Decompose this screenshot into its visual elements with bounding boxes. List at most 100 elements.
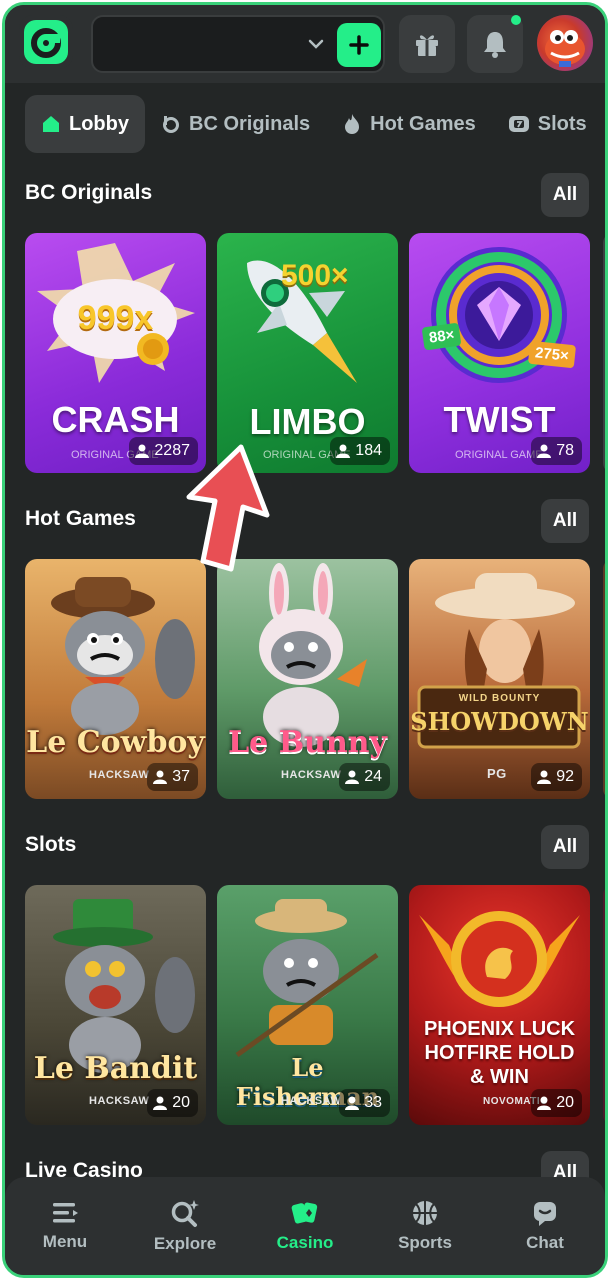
tab-bc-originals[interactable]: BC Originals — [145, 95, 326, 153]
section-title-hot: Hot Games — [25, 507, 136, 530]
nav-chat[interactable]: Chat — [485, 1177, 605, 1275]
limbo-multiplier: 500× — [281, 259, 349, 292]
home-icon — [43, 116, 59, 132]
bell-icon — [484, 32, 506, 58]
players-badge: 37 — [147, 763, 198, 791]
tab-label: Slots — [537, 112, 587, 135]
players-count: 20 — [556, 1094, 574, 1111]
game-card-le-fisherman[interactable]: Le Fisherman HACKSAW 33 — [217, 885, 398, 1125]
players-badge: 92 — [531, 763, 582, 791]
players-badge: 20 — [147, 1089, 198, 1117]
nav-label: Explore — [153, 1234, 217, 1253]
tab-label: Hot Games — [370, 112, 476, 135]
game-title: Le Bandit — [33, 1051, 198, 1086]
chat-icon — [534, 1202, 556, 1226]
deposit-button[interactable] — [337, 23, 381, 67]
game-title: CRASH — [51, 399, 180, 440]
section-title-slots: Slots — [25, 833, 77, 856]
game-card-limbo[interactable]: 500× LIMBO ORIGINAL GAME 184 — [217, 233, 398, 473]
nav-label: Menu — [42, 1232, 88, 1251]
twist-badge-right: 275× — [527, 340, 576, 369]
players-count: 20 — [172, 1094, 190, 1111]
players-count: 37 — [172, 768, 190, 785]
user-icon — [153, 770, 168, 784]
players-badge: 24 — [339, 763, 390, 791]
provider-label: HACKSAW — [281, 1095, 342, 1107]
user-icon — [135, 444, 150, 458]
players-count: 92 — [556, 768, 574, 785]
app-frame: Lobby BC Originals Hot Games Slots BC Or… — [2, 2, 608, 1278]
nav-menu[interactable]: Menu — [5, 1177, 125, 1275]
tab-slots[interactable]: Slots — [492, 95, 603, 153]
game-title: TWIST — [443, 399, 556, 440]
game-card-le-bandit[interactable]: Le Bandit HACKSAW 20 — [25, 885, 206, 1125]
bc-icon — [163, 116, 179, 133]
card-peek — [603, 559, 605, 799]
players-count: 184 — [355, 442, 382, 459]
game-title: Le Cowboy — [26, 725, 205, 760]
notification-dot — [511, 15, 521, 25]
game-title: PHOENIX LUCK HOTFIRE HOLD & WIN — [423, 1018, 576, 1088]
game-title: Le Bunny — [228, 725, 387, 760]
avatar[interactable] — [537, 15, 593, 71]
provider-label: PG — [487, 766, 507, 781]
game-card-twist[interactable]: 88× 275× TWIST ORIGINAL GAME 78 — [409, 233, 590, 473]
top-header — [5, 5, 605, 83]
nav-sports[interactable]: Sports — [365, 1177, 485, 1275]
players-count: 33 — [364, 1094, 382, 1111]
nav-label: Casino — [276, 1233, 334, 1252]
user-icon — [537, 1096, 552, 1110]
tab-hot-games[interactable]: Hot Games — [326, 95, 492, 153]
balance-selector[interactable] — [91, 15, 385, 73]
players-count: 78 — [556, 442, 574, 459]
slot-icon — [508, 116, 529, 132]
game-card-showdown[interactable]: WILD BOUNTY SHOWDOWN PG 92 — [409, 559, 590, 799]
crash-multiplier: 999x — [77, 299, 154, 337]
user-icon — [345, 770, 360, 784]
nav-casino[interactable]: Casino — [245, 1177, 365, 1275]
twist-wheel-artwork — [431, 247, 567, 383]
logo-icon[interactable] — [19, 15, 73, 69]
explore-icon — [171, 1200, 199, 1227]
game-subtitle: ORIGINAL GAME — [455, 449, 543, 461]
tab-label: Lobby — [69, 112, 129, 135]
game-card-phoenix-luck[interactable]: PHOENIX LUCK HOTFIRE HOLD & WIN NOVOMATI… — [409, 885, 590, 1125]
players-badge: 78 — [531, 437, 582, 465]
players-badge: 184 — [330, 437, 390, 465]
game-card-le-cowboy[interactable]: Le Cowboy HACKSAW 37 — [25, 559, 206, 799]
section-title-originals: BC Originals — [25, 181, 153, 204]
user-icon — [345, 1096, 360, 1110]
gift-button[interactable] — [399, 15, 455, 73]
basketball-icon — [413, 1201, 437, 1225]
casino-cards-icon — [291, 1202, 318, 1224]
game-card-crash[interactable]: 999x CRASH ORIGINAL GAME 2287 — [25, 233, 206, 473]
category-tabs: Lobby BC Originals Hot Games Slots — [25, 95, 603, 153]
players-badge: 33 — [339, 1089, 390, 1117]
user-icon — [336, 444, 351, 458]
game-tagline: WILD BOUNTY — [458, 693, 541, 704]
menu-icon — [53, 1203, 78, 1223]
game-title: SHOWDOWN — [410, 707, 589, 736]
flame-icon — [345, 114, 360, 134]
user-icon — [537, 770, 552, 784]
plus-icon — [349, 35, 369, 55]
user-icon — [537, 444, 552, 458]
tab-lobby[interactable]: Lobby — [25, 95, 145, 153]
nav-label: Chat — [526, 1233, 564, 1252]
provider-label: HACKSAW — [89, 769, 150, 781]
nav-explore[interactable]: Explore — [125, 1177, 245, 1275]
all-button-originals[interactable]: All — [541, 173, 589, 217]
user-icon — [153, 1096, 168, 1110]
players-count: 24 — [364, 768, 382, 785]
provider-label: HACKSAW — [281, 769, 342, 781]
chevron-down-icon[interactable] — [307, 35, 325, 58]
pointer-arrow-icon — [186, 444, 270, 572]
game-card-le-bunny[interactable]: Le Bunny HACKSAW 24 — [217, 559, 398, 799]
tab-label: BC Originals — [189, 112, 311, 135]
all-button-hot[interactable]: All — [541, 499, 589, 543]
card-peek — [603, 885, 605, 1125]
gift-icon — [416, 35, 438, 56]
all-button-slots[interactable]: All — [541, 825, 589, 869]
nav-label: Sports — [398, 1233, 452, 1252]
players-badge: 20 — [531, 1089, 582, 1117]
